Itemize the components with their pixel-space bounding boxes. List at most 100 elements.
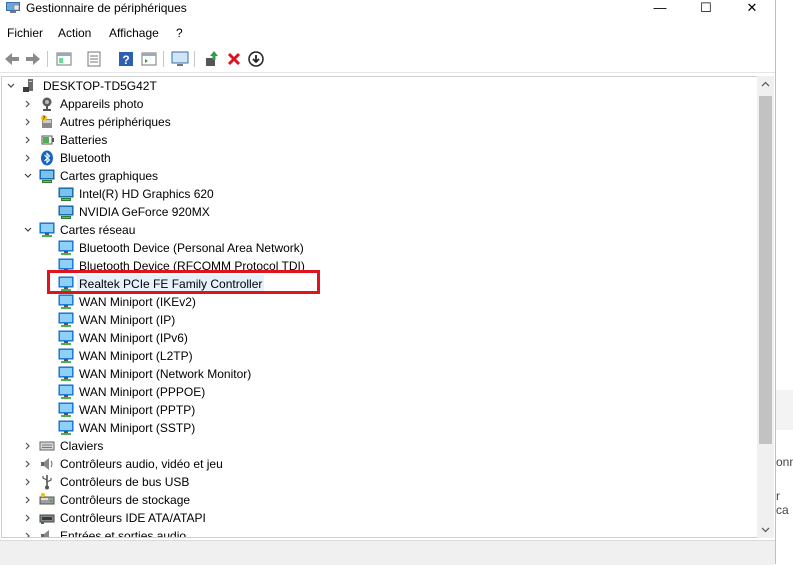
tree-item-label: WAN Miniport (SSTP) (79, 421, 196, 435)
network-adapter-icon (58, 402, 74, 418)
tree-item-label: Contrôleurs audio, vidéo et jeu (60, 457, 223, 471)
window-title: Gestionnaire de périphériques (26, 1, 187, 15)
computer-icon (22, 78, 38, 94)
tree-item-label: WAN Miniport (PPPOE) (79, 385, 206, 399)
background-text: onn (776, 455, 793, 469)
tree-item-label: Contrôleurs de bus USB (60, 475, 190, 489)
tree-item-label: WAN Miniport (L2TP) (79, 349, 193, 363)
background-text: r ca (776, 489, 789, 517)
menu-action[interactable]: Action (58, 26, 91, 40)
install-icon[interactable] (246, 49, 266, 69)
chevron-right-icon[interactable] (23, 149, 33, 167)
tree-item-label: Claviers (60, 439, 104, 453)
chevron-right-icon[interactable] (23, 509, 33, 527)
other-device-icon: ? (39, 114, 55, 130)
tree-item-label: Bluetooth (60, 151, 111, 165)
svg-text:?: ? (43, 116, 46, 122)
audio-icon (39, 456, 55, 472)
tree-item-label: Appareils photo (60, 97, 144, 111)
toolbar-separator (163, 51, 164, 67)
tree-item-label: Intel(R) HD Graphics 620 (79, 187, 214, 201)
tree-item-label: Cartes réseau (60, 223, 136, 237)
tree-item-label: WAN Miniport (PPTP) (79, 403, 196, 417)
background-panel (776, 390, 793, 430)
audio-io-icon (39, 528, 55, 537)
bluetooth-icon (39, 150, 55, 166)
tree-item-label: Cartes graphiques (60, 169, 159, 183)
menu-affichage[interactable]: Affichage (109, 26, 159, 40)
tree-item-label: WAN Miniport (IP) (79, 313, 176, 327)
chevron-right-icon[interactable] (23, 95, 33, 113)
back-icon[interactable] (2, 49, 22, 69)
red-highlight-box (47, 270, 320, 294)
vertical-scrollbar[interactable] (757, 76, 774, 538)
chevron-right-icon[interactable] (23, 455, 33, 473)
display-adapter-icon (58, 204, 74, 220)
background-window: onn r ca (776, 0, 793, 564)
network-adapter-icon (58, 366, 74, 382)
forward-icon[interactable] (23, 49, 43, 69)
storage-icon (39, 492, 55, 508)
details-icon[interactable] (139, 49, 159, 69)
list-icon[interactable] (84, 49, 104, 69)
device-manager-window: Gestionnaire de périphériques — ☐ ✕ Fich… (0, 0, 776, 565)
ide-icon (39, 510, 55, 526)
maximize-button[interactable]: ☐ (683, 0, 729, 16)
chevron-right-icon[interactable] (23, 113, 33, 131)
network-adapter-icon (58, 420, 74, 436)
update-driver-icon[interactable] (202, 49, 222, 69)
tree-item-label: NVIDIA GeForce 920MX (79, 205, 210, 219)
scrollbar-thumb[interactable] (759, 96, 772, 444)
network-adapter-icon (39, 222, 55, 238)
tree-item-label: WAN Miniport (IPv6) (79, 331, 188, 345)
chevron-down-icon[interactable] (23, 167, 33, 185)
uninstall-icon[interactable] (224, 49, 244, 69)
keyboard-icon (39, 438, 55, 454)
scroll-up-icon[interactable] (757, 76, 774, 93)
minimize-button[interactable]: — (637, 0, 683, 16)
display-adapter-icon (39, 168, 55, 184)
network-adapter-icon (58, 312, 74, 328)
menu-fichier[interactable]: Fichier (7, 26, 43, 40)
toolbar-separator (194, 51, 195, 67)
display-adapter-icon (58, 186, 74, 202)
device-manager-app-icon (6, 2, 20, 14)
tree-item-label: Entrées et sorties audio (60, 529, 187, 538)
chevron-down-icon[interactable] (6, 77, 16, 95)
chevron-right-icon[interactable] (23, 473, 33, 491)
tree-item-label: WAN Miniport (IKEv2) (79, 295, 196, 309)
close-button[interactable]: ✕ (729, 0, 775, 16)
properties-icon[interactable] (54, 49, 74, 69)
toolbar-separator (47, 51, 48, 67)
tree-item-label: Bluetooth Device (Personal Area Network) (79, 241, 304, 255)
chevron-right-icon[interactable] (23, 437, 33, 455)
chevron-right-icon[interactable] (23, 131, 33, 149)
camera-icon (39, 96, 55, 112)
network-adapter-icon (58, 240, 74, 256)
monitor-icon[interactable] (170, 49, 190, 69)
tree-root-label: DESKTOP-TD5G42T (43, 79, 157, 93)
tree-item-label: Batteries (60, 133, 108, 147)
chevron-down-icon[interactable] (23, 221, 33, 239)
toolbar: ? (0, 46, 775, 73)
menu-bar: Fichier Action Affichage ? (0, 24, 775, 44)
title-bar[interactable]: Gestionnaire de périphériques — ☐ ✕ (0, 0, 775, 18)
scroll-down-icon[interactable] (757, 521, 774, 538)
battery-icon (39, 132, 55, 148)
status-bar (0, 540, 775, 565)
tree-item-label: WAN Miniport (Network Monitor) (79, 367, 252, 381)
network-adapter-icon (58, 348, 74, 364)
menu-help[interactable]: ? (176, 26, 183, 40)
network-adapter-icon (58, 330, 74, 346)
tree-item-label: Contrôleurs IDE ATA/ATAPI (60, 511, 206, 525)
chevron-right-icon[interactable] (23, 527, 33, 537)
device-tree[interactable]: DESKTOP-TD5G42T Appareils photo? Autres p… (1, 76, 757, 538)
tree-item-label: Contrôleurs de stockage (60, 493, 191, 507)
chevron-right-icon[interactable] (23, 491, 33, 509)
usb-icon (39, 474, 55, 490)
tree-item-label: Autres périphériques (60, 115, 171, 129)
help-icon[interactable]: ? (116, 49, 136, 69)
svg-text:?: ? (122, 53, 129, 67)
network-adapter-icon (58, 384, 74, 400)
network-adapter-icon (58, 294, 74, 310)
